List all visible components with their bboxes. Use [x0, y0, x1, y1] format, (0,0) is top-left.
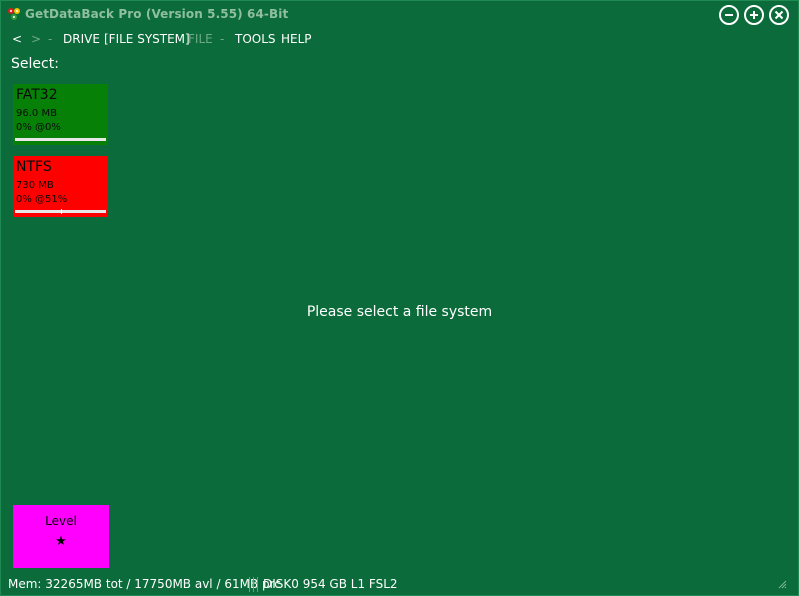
resize-grip-icon[interactable] — [777, 579, 787, 589]
menu-file-system[interactable]: [FILE SYSTEM] — [104, 32, 190, 46]
maximize-icon — [750, 11, 758, 19]
level-label: Level — [45, 514, 77, 528]
select-label: Select: — [11, 56, 59, 72]
menu-separator: - — [220, 32, 225, 46]
file-system-size: 96.0 MB — [16, 108, 57, 119]
window-title: GetDataBack Pro (Version 5.55) 64-Bit — [25, 7, 289, 21]
title-bar[interactable]: GetDataBack Pro (Version 5.55) 64-Bit — [1, 1, 798, 29]
getdataback-logo-icon — [8, 8, 20, 20]
close-button[interactable] — [769, 5, 789, 25]
back-button[interactable]: < — [12, 32, 22, 46]
minimize-icon — [725, 14, 733, 16]
file-system-progress-text: 0% @0% — [16, 122, 61, 133]
status-divider — [253, 577, 254, 592]
minimize-button[interactable] — [719, 5, 739, 25]
menu-help[interactable]: HELP — [281, 32, 312, 46]
menu-tools[interactable]: TOOLS — [235, 32, 276, 46]
level-stars: ★ — [55, 534, 67, 549]
status-memory: Mem: 32265MB tot / 17750MB avl / 61MB pr… — [8, 577, 281, 591]
file-system-name: FAT32 — [16, 87, 58, 103]
menu-file[interactable]: FILE — [188, 32, 213, 46]
close-icon — [774, 10, 784, 20]
forward-button[interactable]: > — [31, 32, 41, 46]
file-system-progress-text: 0% @51% — [16, 194, 68, 205]
level-indicator[interactable]: Level ★ — [13, 505, 109, 568]
menu-drive[interactable]: DRIVE — [63, 32, 100, 46]
status-disk: DISK0 954 GB L1 FSL2 — [263, 577, 398, 591]
status-bar: Mem: 32265MB tot / 17750MB avl / 61MB pr… — [1, 575, 798, 595]
maximize-button[interactable] — [744, 5, 764, 25]
file-system-tile-fat32[interactable]: FAT32 96.0 MB 0% @0% — [13, 84, 108, 145]
app-window: GetDataBack Pro (Version 5.55) 64-Bit < … — [0, 0, 799, 596]
file-system-progress-bar — [15, 138, 106, 141]
file-system-size: 730 MB — [16, 180, 54, 191]
file-system-progress-bar — [15, 209, 106, 214]
center-message: Please select a file system — [306, 304, 493, 320]
progress-position-marker — [61, 209, 63, 214]
menu-separator: - — [48, 32, 53, 46]
status-divider — [257, 577, 258, 592]
status-divider — [249, 577, 250, 592]
file-system-tile-ntfs[interactable]: NTFS 730 MB 0% @51% — [13, 156, 108, 217]
file-system-name: NTFS — [16, 159, 52, 175]
